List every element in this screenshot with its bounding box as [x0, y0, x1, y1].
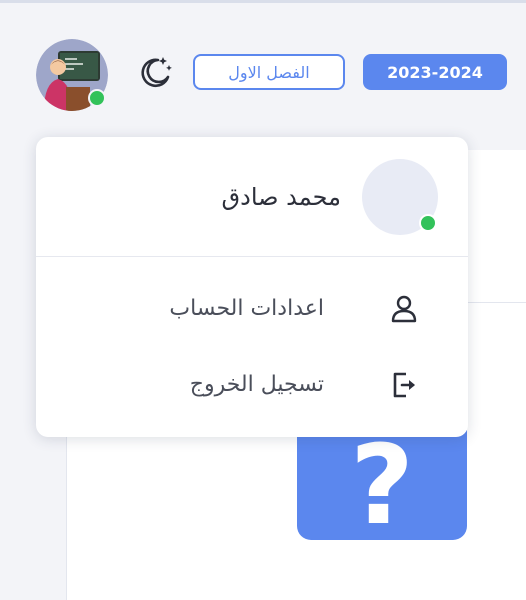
user-name: محمد صادق [221, 183, 341, 211]
logout-menu-item[interactable]: تسجيل الخروج [36, 357, 468, 413]
academic-year-badge[interactable]: 2023-2024 [363, 54, 507, 90]
logout-icon [393, 372, 415, 398]
online-status-dot [88, 89, 106, 107]
user-icon [391, 295, 417, 323]
user-online-dot [419, 214, 437, 232]
user-dropdown-menu: محمد صادق اعدادات الحساب تسجيل الخروج [36, 137, 468, 437]
theme-toggle-button[interactable] [136, 53, 174, 91]
logout-label: تسجيل الخروج [189, 372, 324, 397]
user-avatar-button[interactable] [36, 39, 108, 111]
moon-stars-icon [141, 57, 172, 88]
top-navbar: الفصل الاول 2023-2024 [0, 3, 526, 113]
semester-badge[interactable]: الفصل الاول [193, 54, 345, 90]
account-settings-menu-item[interactable]: اعدادات الحساب [36, 281, 468, 337]
menu-divider [36, 256, 468, 257]
account-settings-label: اعدادات الحساب [169, 296, 324, 321]
